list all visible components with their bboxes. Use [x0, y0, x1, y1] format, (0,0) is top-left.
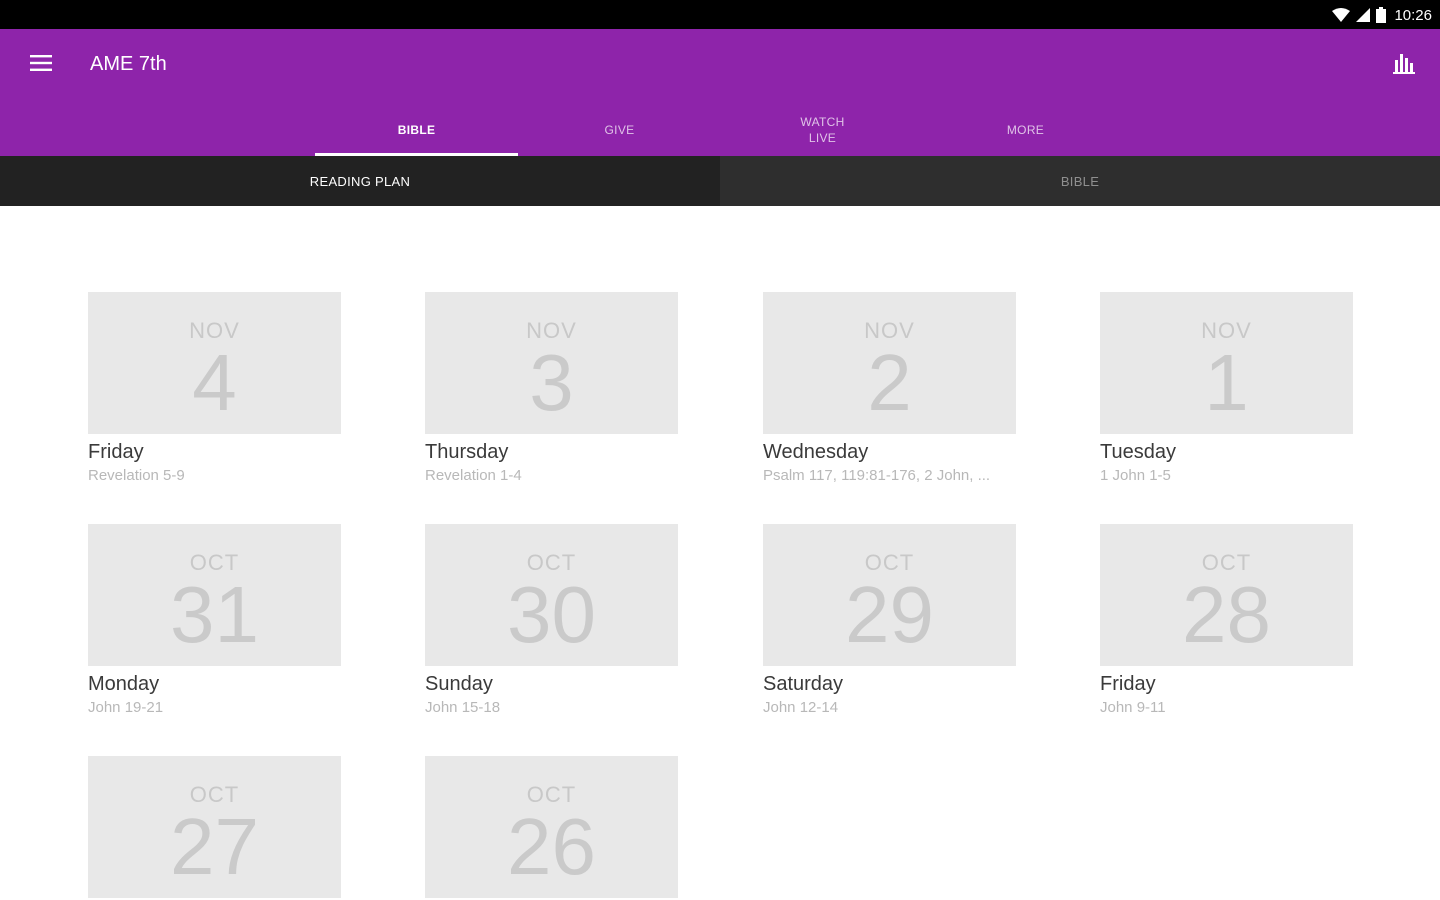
date-day: 1 — [1204, 338, 1249, 427]
card-passage: John 9-11 — [1100, 699, 1166, 716]
card-passage: John 12-14 — [763, 699, 839, 716]
date-tile: NOV 1 — [1100, 292, 1353, 434]
date-day: 29 — [845, 570, 934, 659]
date-tile: OCT 30 — [425, 524, 678, 666]
signal-icon — [1356, 8, 1371, 22]
date-day: 28 — [1182, 570, 1271, 659]
status-bar: 10:26 — [0, 0, 1440, 29]
tab-bible[interactable]: BIBLE — [315, 103, 518, 156]
date-tile: NOV 4 — [88, 292, 341, 434]
hamburger-menu-icon — [30, 54, 52, 77]
date-day: 30 — [507, 570, 596, 659]
tab-more[interactable]: MORE — [924, 103, 1127, 156]
date-tile: OCT 27 — [88, 756, 341, 898]
tab-watch-live[interactable]: WATCH LIVE — [721, 103, 924, 156]
status-icons: 10:26 — [1332, 5, 1432, 25]
card-passage: 1 John 1-5 — [1100, 467, 1171, 484]
date-tile: OCT 31 — [88, 524, 341, 666]
card-weekday: Wednesday — [763, 441, 869, 463]
date-day: 27 — [170, 802, 259, 891]
reading-card[interactable]: OCT 26 — [425, 756, 678, 898]
status-time: 10:26 — [1394, 6, 1432, 24]
card-weekday: Friday — [1100, 673, 1156, 695]
card-passage: John 19-21 — [88, 699, 164, 716]
card-passage: Psalm 117, 119:81-176, 2 John, ... — [763, 467, 991, 484]
date-tile: OCT 29 — [763, 524, 1016, 666]
date-day: 31 — [170, 570, 259, 659]
sub-tabs: READING PLAN BIBLE — [0, 156, 1440, 206]
tab-give[interactable]: GIVE — [518, 103, 721, 156]
card-weekday: Thursday — [425, 441, 509, 463]
reading-card[interactable]: OCT 29 Saturday John 12-14 — [763, 524, 1016, 718]
card-passage: Revelation 5-9 — [88, 467, 185, 484]
app-bar: AME 7th BIBLE GIVE WATCH LIVE MORE — [0, 29, 1440, 156]
subtab-reading-plan[interactable]: READING PLAN — [0, 156, 720, 206]
date-tile: OCT 28 — [1100, 524, 1353, 666]
reading-card[interactable]: OCT 30 Sunday John 15-18 — [425, 524, 678, 718]
card-weekday: Saturday — [763, 673, 844, 695]
card-weekday: Sunday — [425, 673, 493, 695]
date-tile: NOV 3 — [425, 292, 678, 434]
date-day: 3 — [529, 338, 574, 427]
date-day: 4 — [192, 338, 237, 427]
reading-card[interactable]: NOV 1 Tuesday 1 John 1-5 — [1100, 292, 1353, 486]
main-tabs: BIBLE GIVE WATCH LIVE MORE — [315, 103, 1127, 156]
card-weekday: Monday — [88, 673, 160, 695]
date-tile: OCT 26 — [425, 756, 678, 898]
reading-card[interactable]: NOV 3 Thursday Revelation 1-4 — [425, 292, 678, 486]
card-weekday: Tuesday — [1100, 441, 1176, 463]
date-day: 2 — [867, 338, 912, 427]
reading-plan-grid: NOV 4 Friday Revelation 5-9 NOV 3 Thursd… — [0, 206, 1440, 900]
reading-card[interactable]: OCT 27 — [88, 756, 341, 898]
app-title: AME 7th — [90, 53, 167, 75]
card-passage: Revelation 1-4 — [425, 467, 522, 484]
card-passage: John 15-18 — [425, 699, 501, 716]
stats-button[interactable] — [1390, 51, 1418, 79]
reading-card[interactable]: OCT 31 Monday John 19-21 — [88, 524, 341, 718]
menu-button[interactable] — [26, 51, 56, 79]
card-weekday: Friday — [88, 441, 144, 463]
bar-chart-icon — [1393, 52, 1415, 79]
reading-card[interactable]: NOV 4 Friday Revelation 5-9 — [88, 292, 341, 486]
date-tile: NOV 2 — [763, 292, 1016, 434]
wifi-icon — [1332, 8, 1351, 22]
date-day: 26 — [507, 802, 596, 891]
battery-icon — [1376, 7, 1387, 23]
reading-card[interactable]: NOV 2 Wednesday Psalm 117, 119:81-176, 2… — [763, 292, 1016, 486]
reading-card[interactable]: OCT 28 Friday John 9-11 — [1100, 524, 1353, 718]
subtab-bible[interactable]: BIBLE — [720, 156, 1440, 206]
